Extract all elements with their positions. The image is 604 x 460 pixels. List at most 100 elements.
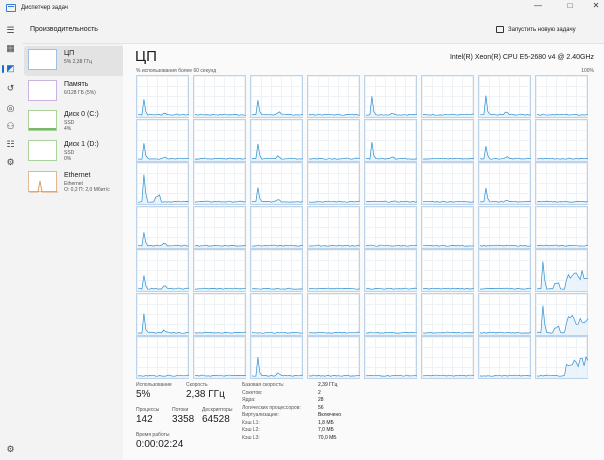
resource-detail: Ethernet О: 0,2 П: 2,0 Мбит/с xyxy=(64,181,110,193)
window-title: Диспетчер задач xyxy=(21,5,68,11)
logical-processor-graph xyxy=(250,292,303,336)
logical-processor-graph xyxy=(250,75,304,118)
nav-rail: ☰ ▦ ◩ ↺ ◎ ⚇ ☷ ⚙ ⚙ xyxy=(0,16,22,460)
logical-processor-graph xyxy=(364,292,418,336)
logical-processor-graph xyxy=(535,75,589,118)
logical-processor-graph xyxy=(307,75,361,118)
stat-threads: Потоки 3358 xyxy=(172,407,195,425)
history-icon[interactable]: ↺ xyxy=(5,83,16,94)
hamburger-icon[interactable]: ☰ xyxy=(5,25,16,36)
resource-name: ЦП xyxy=(64,50,75,57)
max-percent-label: 100% xyxy=(581,68,594,74)
spec-label: Кэш L1: xyxy=(242,419,260,426)
spec-label: Базовая скорость: xyxy=(242,382,285,388)
logical-processor-graph xyxy=(136,75,190,118)
task-manager-app-icon xyxy=(6,4,16,12)
run-task-label: Запустить новую задачу xyxy=(508,26,576,33)
logical-processor-graph xyxy=(421,118,475,162)
logical-processor-graph xyxy=(136,205,190,249)
logical-processor-graph xyxy=(535,249,589,292)
spec-value: 70,0 МБ xyxy=(318,434,337,441)
logical-processor-graph xyxy=(478,118,532,162)
logical-processor-graph xyxy=(307,249,361,292)
resource-name: Диск 1 (D:) xyxy=(64,141,99,148)
spec-label: Кэш L2: xyxy=(242,427,260,433)
logical-processor-graph xyxy=(478,249,532,292)
logical-processor-graph xyxy=(478,292,532,336)
spec-value: 2,39 ГГц xyxy=(318,382,338,388)
stat-usage: Использование 5% xyxy=(136,382,172,400)
logical-processor-graph xyxy=(250,205,304,249)
spec-value: 2 xyxy=(318,389,321,396)
logical-processor-graph xyxy=(250,162,304,205)
memory-thumbnail xyxy=(28,80,57,101)
startup-icon[interactable]: ◎ xyxy=(5,103,16,114)
spec-label: Логических процессоров: xyxy=(242,404,301,411)
processes-icon[interactable]: ▦ xyxy=(5,43,16,54)
logical-processor-graph xyxy=(364,249,418,292)
logical-processor-graph xyxy=(193,292,247,336)
logical-processor-graph xyxy=(535,205,589,249)
run-new-task-button[interactable]: Запустить новую задачу xyxy=(496,26,576,33)
logical-processor-graph xyxy=(421,205,475,249)
services-icon[interactable]: ⚙ xyxy=(5,157,16,168)
disk0-thumbnail xyxy=(28,110,57,131)
cpu-detail-panel: ЦП Intel(R) Xeon(R) CPU E5-2680 v4 @ 2.4… xyxy=(123,44,604,460)
spec-label: Сокетов: xyxy=(242,389,263,396)
cpu-stats: Использование 5% Скорость 2,38 ГГц Проце… xyxy=(136,379,596,459)
page-title: Производительность xyxy=(30,26,98,33)
close-button[interactable]: ✕ xyxy=(586,0,604,12)
ethernet-thumbnail xyxy=(28,171,58,193)
disk1-thumbnail xyxy=(28,140,57,161)
settings-icon[interactable]: ⚙ xyxy=(5,444,16,455)
logical-processor-graph xyxy=(364,205,418,249)
logical-processor-graph xyxy=(193,162,247,205)
spec-value: 56 xyxy=(318,404,324,411)
logical-processor-graph xyxy=(421,75,475,118)
performance-icon[interactable]: ◩ xyxy=(5,63,16,74)
title-bar: Диспетчер задач — □ ✕ xyxy=(0,0,604,16)
logical-processor-graph xyxy=(364,118,418,162)
users-icon[interactable]: ⚇ xyxy=(5,121,16,132)
logical-processor-graph xyxy=(364,75,418,118)
task-manager-window: Диспетчер задач — □ ✕ ☰ ▦ ◩ ↺ ◎ ⚇ ☷ ⚙ ⚙ … xyxy=(0,0,604,460)
resource-name: Память xyxy=(64,81,89,88)
spec-label: Кэш L3: xyxy=(242,434,260,441)
logical-processor-graph xyxy=(193,75,247,118)
spec-value: Включено xyxy=(318,412,342,418)
logical-processor-graph xyxy=(364,162,417,205)
logical-processor-graph xyxy=(478,162,532,205)
resource-name: Ethernet xyxy=(64,172,91,179)
logical-processor-graph xyxy=(535,336,589,379)
spec-value: 1,8 МБ xyxy=(318,419,334,426)
logical-processor-graph xyxy=(364,336,418,379)
resource-detail: SSD 4% xyxy=(64,120,75,132)
logical-processor-graph xyxy=(193,118,247,162)
logical-processor-graph xyxy=(478,336,531,379)
run-task-icon xyxy=(496,26,504,33)
logical-processor-graph xyxy=(478,205,532,249)
cpu-title: ЦП xyxy=(135,48,157,65)
logical-processor-graph xyxy=(136,292,190,336)
maximize-button[interactable]: □ xyxy=(560,0,580,12)
logical-processor-graph xyxy=(535,292,589,336)
logical-processor-graph xyxy=(307,162,361,205)
resource-list: ЦП 5% 2,38 ГГц Память 6/128 ГБ (5%) Диск… xyxy=(22,44,142,460)
cpu-thumbnail xyxy=(28,49,57,70)
spec-label: Ядра: xyxy=(242,397,256,403)
logical-processor-graph xyxy=(307,336,361,379)
spec-label: Виртуализация: xyxy=(242,412,279,418)
resource-name: Диск 0 (C:) xyxy=(64,111,99,118)
logical-processor-graph xyxy=(535,118,589,162)
minimize-button[interactable]: — xyxy=(528,0,548,12)
logical-processor-graph xyxy=(136,162,190,205)
details-icon[interactable]: ☷ xyxy=(5,139,16,150)
stat-processes: Процессы 142 xyxy=(136,407,160,425)
logical-processor-graph xyxy=(250,118,304,162)
spec-value: 28 xyxy=(318,397,324,403)
logical-processor-graph xyxy=(193,249,247,292)
resource-detail: 5% 2,38 ГГц xyxy=(64,59,93,65)
stat-handles: Дескрипторы 64528 xyxy=(202,407,233,425)
logical-processor-graph xyxy=(193,205,247,249)
resource-detail: 6/128 ГБ (5%) xyxy=(64,90,96,96)
